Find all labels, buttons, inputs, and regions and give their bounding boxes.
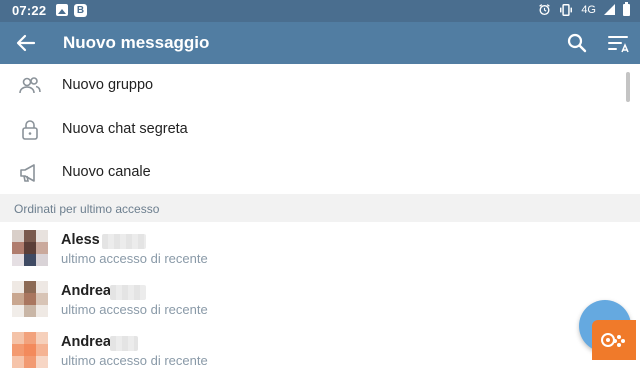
- b-app-icon: B: [74, 4, 87, 17]
- alarm-icon: [539, 4, 551, 16]
- avatar: [12, 332, 48, 368]
- section-header-label: Ordinati per ultimo accesso: [14, 202, 160, 216]
- contact-row[interactable]: Aless ultimo accesso di recente: [0, 222, 640, 273]
- contact-row[interactable]: Andrea ultimo accesso di recente: [0, 324, 640, 375]
- page-title: Nuovo messaggio: [63, 33, 210, 52]
- blurred-surname: [110, 336, 138, 351]
- contact-status: ultimo accesso di recente: [61, 302, 208, 317]
- contact-list: Aless ultimo accesso di recente Andrea u…: [0, 222, 640, 375]
- notification-icons: B: [56, 4, 87, 17]
- contact-row[interactable]: Andrea ultimo accesso di recente: [0, 273, 640, 324]
- system-icons: 4G: [538, 1, 630, 16]
- megaphone-icon: [20, 164, 35, 182]
- new-channel-item[interactable]: Nuovo canale: [0, 151, 640, 195]
- status-bar: 07:22 B 4G: [0, 0, 640, 22]
- blurred-surname: [102, 234, 146, 249]
- vibrate-icon: [560, 3, 573, 16]
- search-icon[interactable]: [565, 31, 589, 55]
- avatar: [12, 281, 48, 317]
- app-bar: Nuovo messaggio: [0, 22, 640, 64]
- contact-name: Aless: [61, 232, 100, 248]
- lock-icon: [22, 119, 38, 140]
- blurred-surname: [110, 285, 146, 300]
- new-channel-label: Nuovo canale: [62, 164, 151, 180]
- avatar: [12, 230, 48, 266]
- section-header: Ordinati per ultimo accesso: [0, 194, 640, 222]
- new-group-label: Nuovo gruppo: [62, 77, 154, 93]
- group-icon: [19, 77, 41, 94]
- gamepad-icon: [601, 333, 625, 347]
- contact-status: ultimo accesso di recente: [61, 353, 208, 368]
- contact-status: ultimo accesso di recente: [61, 251, 208, 266]
- contact-name: Andrea: [61, 283, 111, 299]
- image-icon: [56, 4, 68, 16]
- status-time: 07:22: [12, 3, 47, 18]
- battery-icon: [623, 1, 630, 16]
- back-arrow-icon[interactable]: [14, 31, 38, 55]
- action-menu: Nuovo gruppo Nuova chat segreta Nuovo ca…: [0, 64, 640, 195]
- scrollbar[interactable]: [626, 72, 630, 102]
- sort-icon[interactable]: [607, 31, 633, 55]
- new-group-item[interactable]: Nuovo gruppo: [0, 64, 640, 108]
- signal-icon: [604, 4, 615, 15]
- new-secret-chat-label: Nuova chat segreta: [62, 120, 188, 137]
- new-secret-chat-item[interactable]: Nuova chat segreta: [0, 108, 640, 152]
- network-label: 4G: [581, 3, 596, 16]
- contact-name: Andrea: [61, 334, 111, 350]
